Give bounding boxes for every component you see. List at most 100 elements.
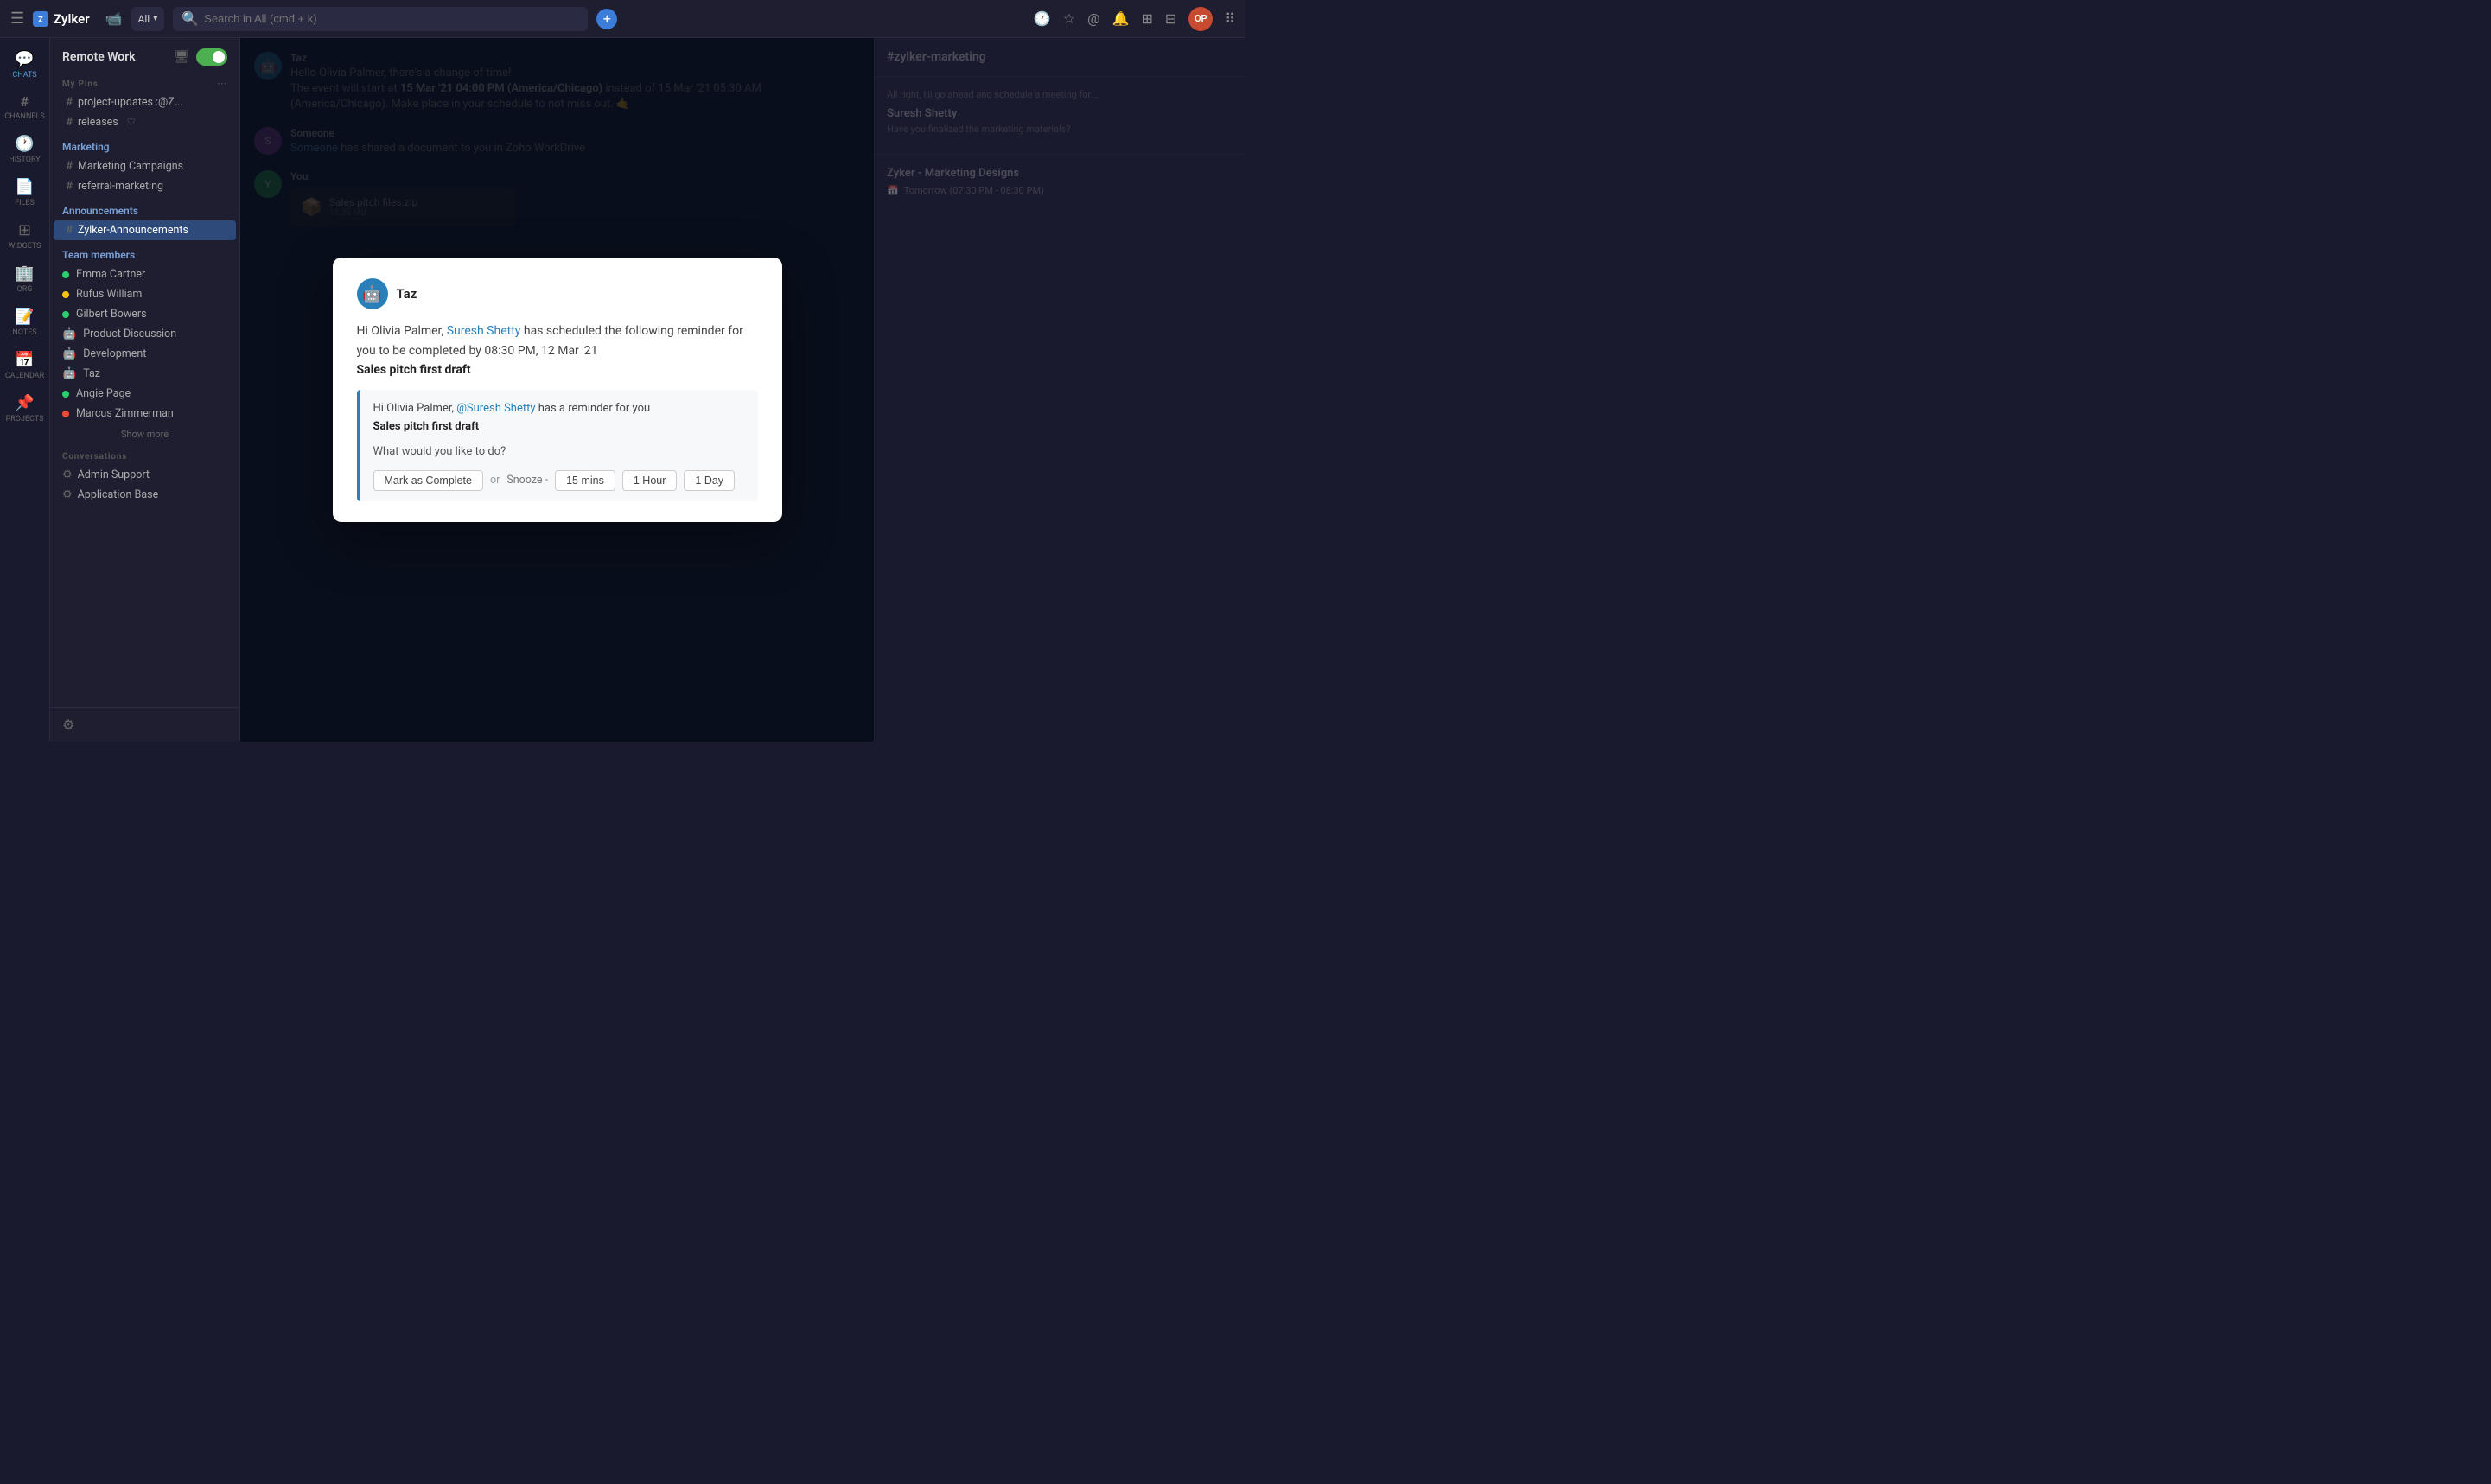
sidebar-item-history[interactable]: 🕐 HISTORY	[4, 130, 46, 169]
snooze-15mins-button[interactable]: 15 mins	[555, 470, 615, 491]
hash-icon: #	[66, 224, 73, 237]
member-development[interactable]: 🤖 Development	[50, 344, 239, 364]
hash-icon: #	[66, 180, 73, 193]
or-text: or	[490, 472, 500, 489]
status-indicator	[62, 411, 69, 417]
snooze-1hour-button[interactable]: 1 Hour	[622, 470, 678, 491]
member-emma[interactable]: Emma Cartner	[50, 264, 239, 284]
modal-overlay[interactable]: 🤖 Taz Hi Olivia Palmer, Suresh Shetty ha…	[240, 38, 874, 742]
search-icon: 🔍	[182, 10, 199, 27]
apps-icon[interactable]: ⊟	[1165, 10, 1176, 27]
show-more-button[interactable]: Show more	[50, 424, 239, 445]
hamburger-icon[interactable]: ☰	[10, 10, 24, 28]
left-panel: Remote Work 🖥 My Pins ··· # project-upda…	[50, 38, 240, 742]
sidebar-item-chats[interactable]: 💬 CHATS	[4, 45, 46, 85]
search-scope-selector[interactable]: All ▾	[131, 7, 165, 31]
member-gilbert[interactable]: Gilbert Bowers	[50, 304, 239, 324]
snooze-label: Snooze -	[506, 472, 548, 489]
hash-icon: #	[66, 116, 73, 129]
status-indicator	[62, 311, 69, 318]
mention-icon[interactable]: @	[1087, 10, 1099, 27]
modal-bot-name: Taz	[397, 286, 417, 302]
member-rufus[interactable]: Rufus William	[50, 284, 239, 304]
status-indicator	[62, 391, 69, 398]
mention-link[interactable]: @Suresh Shetty	[456, 402, 535, 415]
topbar: ☰ Z Zylker 📹 All ▾ 🔍 + 🕐 ☆ @ 🔔 ⊞ ⊟ OP ⠿	[0, 0, 1246, 38]
sidebar-item-projects[interactable]: 📌 PROJECTS	[4, 389, 46, 429]
sidebar-item-org[interactable]: 🏢 ORG	[4, 259, 46, 299]
member-taz[interactable]: 🤖 Taz	[50, 364, 239, 384]
calendar-icon: 📅	[15, 351, 34, 369]
files-icon: 📄	[15, 178, 34, 196]
logo: Z Zylker	[33, 11, 89, 27]
sidebar-item-calendar[interactable]: 📅 CALENDAR	[4, 346, 46, 385]
search-input[interactable]	[204, 12, 579, 25]
video-icon[interactable]: 📹	[105, 10, 123, 27]
workspace-actions: 🖥	[174, 48, 227, 66]
conversation-admin-support[interactable]: ⚙ Admin Support	[50, 465, 239, 485]
status-toggle[interactable]	[196, 48, 227, 66]
svg-text:Z: Z	[38, 16, 43, 24]
group-title-marketing: Marketing	[50, 132, 239, 156]
widgets-icon: ⊞	[18, 221, 31, 239]
notification-icon[interactable]: 🔔	[1112, 10, 1130, 27]
channel-marketing-campaigns[interactable]: # Marketing Campaigns	[54, 156, 236, 176]
sidebar-item-notes[interactable]: 📝 NOTES	[4, 303, 46, 342]
left-panel-footer: ⚙	[50, 707, 239, 742]
reminder-modal: 🤖 Taz Hi Olivia Palmer, Suresh Shetty ha…	[333, 258, 782, 522]
status-indicator	[62, 291, 69, 298]
settings-icon[interactable]: ⚙	[62, 717, 74, 733]
sidebar-item-widgets[interactable]: ⊞ WIDGETS	[4, 216, 46, 256]
waffle-icon[interactable]: ⠿	[1225, 10, 1235, 27]
notes-icon: 📝	[15, 308, 34, 326]
add-button[interactable]: +	[596, 9, 617, 29]
conv-icon: ⚙	[62, 488, 73, 501]
member-angie[interactable]: Angie Page	[50, 384, 239, 404]
search-bar[interactable]: 🔍	[173, 7, 588, 31]
pin-item-project-updates[interactable]: # project-updates :@Z...	[54, 92, 236, 112]
channel-referral-marketing[interactable]: # referral-marketing	[54, 176, 236, 196]
pin-item-releases[interactable]: # releases ♡	[54, 112, 236, 132]
grid-icon[interactable]: ⊞	[1141, 10, 1152, 27]
status-indicator	[62, 271, 69, 278]
conversations-title: Conversations	[50, 445, 239, 465]
bot-avatar-modal: 🤖	[357, 278, 388, 309]
modal-body: Hi Olivia Palmer, Suresh Shetty has sche…	[357, 322, 758, 379]
chat-area: 🤖 Taz Hello Olivia Palmer, there's a cha…	[240, 38, 874, 742]
mark-complete-button[interactable]: Mark as Complete	[373, 470, 483, 491]
history-icon: 🕐	[15, 135, 34, 153]
conv-icon: ⚙	[62, 468, 73, 481]
modal-inner-box: Hi Olivia Palmer, @Suresh Shetty has a r…	[357, 390, 758, 500]
hash-icon: #	[66, 96, 73, 109]
snooze-1day-button[interactable]: 1 Day	[684, 470, 735, 491]
main-layout: 💬 CHATS # CHANNELS 🕐 HISTORY 📄 FILES ⊞ W…	[0, 38, 1246, 742]
suresh-link[interactable]: Suresh Shetty	[447, 324, 521, 338]
sidebar-item-files[interactable]: 📄 FILES	[4, 173, 46, 213]
group-title-announcements: Announcements	[50, 196, 239, 220]
org-icon: 🏢	[15, 264, 34, 283]
projects-icon: 📌	[15, 394, 34, 412]
star-icon[interactable]: ☆	[1063, 10, 1075, 27]
user-avatar[interactable]: OP	[1188, 7, 1213, 31]
chats-icon: 💬	[15, 50, 34, 68]
robot-icon: 🤖	[62, 347, 76, 360]
conversation-application-base[interactable]: ⚙ Application Base	[50, 485, 239, 505]
screen-icon[interactable]: 🖥	[174, 50, 189, 64]
channel-zylker-announcements[interactable]: # Zylker-Announcements	[54, 220, 236, 240]
modal-actions: Mark as Complete or Snooze - 15 mins 1 H…	[373, 470, 744, 491]
bookmark-icon: ♡	[127, 117, 136, 128]
my-pins-title: My Pins ···	[50, 73, 239, 92]
bot-icon: 🤖	[62, 367, 76, 380]
task-title: Sales pitch first draft	[357, 363, 471, 377]
icon-sidebar: 💬 CHATS # CHANNELS 🕐 HISTORY 📄 FILES ⊞ W…	[0, 38, 50, 742]
sidebar-item-channels[interactable]: # CHANNELS	[4, 88, 46, 126]
workspace-header: Remote Work 🖥	[50, 38, 239, 73]
hash-icon: #	[66, 160, 73, 173]
group-title-team-members: Team members	[50, 240, 239, 264]
modal-header: 🤖 Taz	[357, 278, 758, 309]
workspace-name: Remote Work	[62, 50, 136, 64]
member-product-discussion[interactable]: 🤖 Product Discussion	[50, 324, 239, 344]
modal-question: What would you like to do?	[373, 443, 744, 462]
member-marcus[interactable]: Marcus Zimmerman	[50, 404, 239, 424]
clock-icon[interactable]: 🕐	[1034, 10, 1051, 27]
